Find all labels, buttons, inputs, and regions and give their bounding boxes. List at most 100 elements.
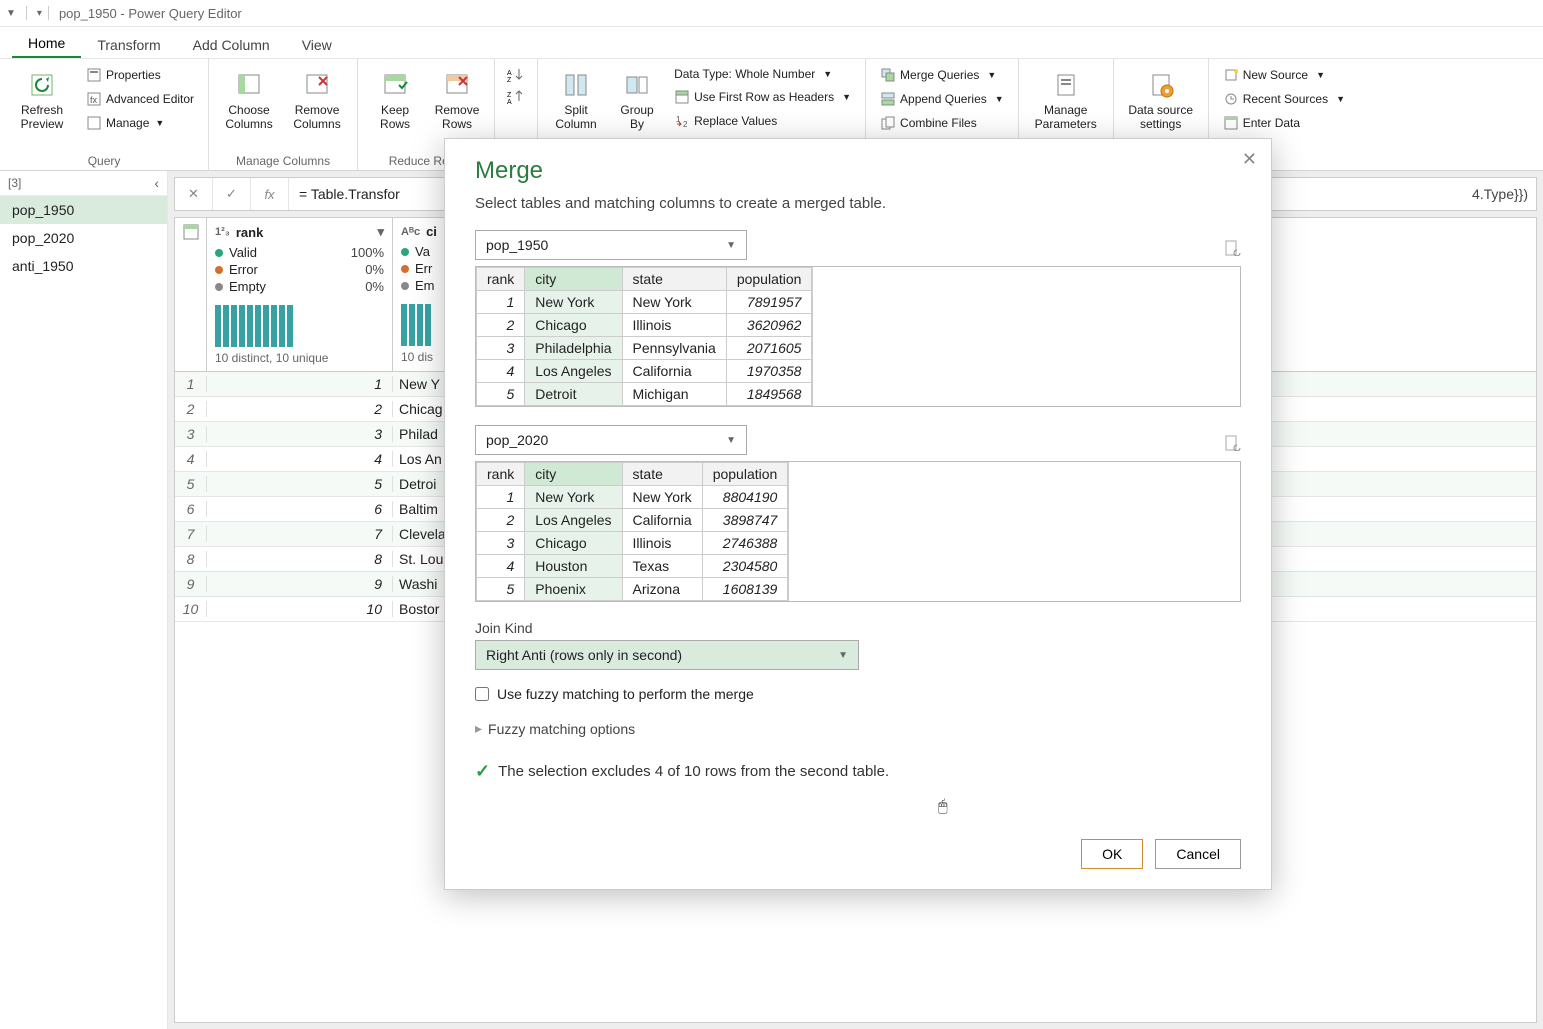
column-header-state[interactable]: state [622, 268, 726, 291]
chevron-down-icon: ▼ [726, 240, 736, 251]
column-header-state[interactable]: state [622, 463, 702, 486]
group-by-button[interactable]: Group By [612, 65, 662, 147]
tab-view[interactable]: View [286, 31, 348, 58]
queries-count: [3] [8, 176, 21, 190]
remove-rows-button[interactable]: Remove Rows [430, 65, 484, 147]
advanced-editor-button[interactable]: fxAdvanced Editor [82, 89, 198, 109]
refresh-preview-icon[interactable] [1225, 240, 1241, 256]
join-kind-label: Join Kind [475, 620, 1241, 636]
manage-button[interactable]: Manage▼ [82, 113, 198, 133]
new-source-button[interactable]: New Source▼ [1219, 65, 1349, 85]
ok-button[interactable]: OK [1081, 839, 1143, 869]
svg-text:Z: Z [507, 77, 512, 83]
queries-sidebar: [3] ‹ pop_1950pop_2020anti_1950 [0, 171, 168, 1029]
table-row[interactable]: 5DetroitMichigan1849568 [477, 383, 812, 406]
fuzzy-options-expander[interactable]: ▸Fuzzy matching options [475, 720, 1241, 737]
column-header-city[interactable]: Aᴮcci [401, 224, 444, 243]
column-header-population[interactable]: population [726, 268, 812, 291]
editor-icon: fx [86, 91, 102, 107]
table-row[interactable]: 3ChicagoIllinois2746388 [477, 532, 788, 555]
sidebar-item-anti_1950[interactable]: anti_1950 [0, 252, 167, 280]
split-column-button[interactable]: Split Column [548, 65, 604, 147]
chevron-down-icon: ▼ [726, 435, 736, 446]
check-icon: ✓ [475, 761, 490, 782]
remove-rows-icon [441, 69, 473, 101]
refresh-icon [26, 69, 58, 101]
qat-overflow-icon[interactable]: ▾ [37, 8, 42, 19]
column-header-rank[interactable]: rank [477, 268, 525, 291]
recent-sources-button[interactable]: Recent Sources▼ [1219, 89, 1349, 109]
column-header-rank[interactable]: 1²₃rank▾ [215, 224, 384, 244]
properties-icon [86, 67, 102, 83]
append-icon [880, 91, 896, 107]
formula-cancel-button[interactable]: ✕ [175, 178, 213, 210]
data-source-settings-button[interactable]: Data source settings [1124, 65, 1198, 147]
first-row-headers-button[interactable]: Use First Row as Headers▼ [670, 87, 855, 107]
table2-preview: rankcitystatepopulation1New YorkNew York… [475, 461, 1241, 602]
refresh-preview-button[interactable]: Refresh Preview [10, 65, 74, 147]
table1-preview: rankcitystatepopulation1New YorkNew York… [475, 266, 1241, 407]
table-row[interactable]: 3PhiladelphiaPennsylvania2071605 [477, 337, 812, 360]
append-queries-button[interactable]: Append Queries▼ [876, 89, 1008, 109]
row-index-header[interactable] [175, 218, 207, 371]
table1-select[interactable]: pop_1950▼ [475, 230, 747, 260]
close-icon[interactable]: ✕ [1242, 149, 1257, 170]
properties-button[interactable]: Properties [82, 65, 198, 85]
enter-data-button[interactable]: Enter Data [1219, 113, 1349, 133]
tab-add-column[interactable]: Add Column [177, 31, 286, 58]
manage-icon [86, 115, 102, 131]
group-label-query: Query [10, 152, 198, 168]
join-kind-select[interactable]: Right Anti (rows only in second)▼ [475, 640, 859, 670]
ribbon-tabs: Home Transform Add Column View [0, 27, 1543, 59]
table-row[interactable]: 4HoustonTexas2304580 [477, 555, 788, 578]
column-dropdown-icon[interactable]: ▾ [377, 224, 384, 240]
remove-columns-icon [301, 69, 333, 101]
combine-files-button[interactable]: Combine Files [876, 113, 1008, 133]
formula-tail: 4.Type}}) [1464, 186, 1536, 202]
refresh-preview-icon[interactable] [1225, 435, 1241, 451]
column-profile-bars [215, 301, 384, 347]
column-header-city[interactable]: city [525, 268, 622, 291]
fuzzy-matching-checkbox[interactable]: Use fuzzy matching to perform the merge [475, 686, 1241, 702]
tab-transform[interactable]: Transform [81, 31, 176, 58]
cancel-button[interactable]: Cancel [1155, 839, 1241, 869]
settings-icon [1145, 69, 1177, 101]
table2-select[interactable]: pop_2020▼ [475, 425, 747, 455]
dialog-subtitle: Select tables and matching columns to cr… [475, 195, 1241, 212]
svg-text:A: A [507, 99, 512, 105]
data-type-button[interactable]: Data Type: Whole Number▼ [670, 65, 855, 83]
recent-icon [1223, 91, 1239, 107]
tab-home[interactable]: Home [12, 29, 81, 58]
title-bar: ▼ ▾ pop_1950 - Power Query Editor [0, 0, 1543, 27]
group-icon [621, 69, 653, 101]
dialog-title: Merge [475, 157, 1241, 185]
table-row[interactable]: 1New YorkNew York8804190 [477, 486, 788, 509]
formula-accept-button[interactable]: ✓ [213, 178, 251, 210]
keep-rows-icon [379, 69, 411, 101]
column-header-city[interactable]: city [525, 463, 622, 486]
table-row[interactable]: 4Los AngelesCalifornia1970358 [477, 360, 812, 383]
sidebar-item-pop_1950[interactable]: pop_1950 [0, 196, 167, 224]
table-row[interactable]: 1New YorkNew York7891957 [477, 291, 812, 314]
table-row[interactable]: 2ChicagoIllinois3620962 [477, 314, 812, 337]
column-header-population[interactable]: population [702, 463, 788, 486]
replace-values-button[interactable]: 12Replace Values [670, 111, 855, 131]
qat-dropdown-icon[interactable]: ▼ [6, 8, 16, 19]
keep-rows-button[interactable]: Keep Rows [368, 65, 422, 147]
choose-columns-icon [233, 69, 265, 101]
enter-data-icon [1223, 115, 1239, 131]
remove-columns-button[interactable]: Remove Columns [287, 65, 347, 147]
sidebar-item-pop_2020[interactable]: pop_2020 [0, 224, 167, 252]
table-row[interactable]: 2Los AngelesCalifornia3898747 [477, 509, 788, 532]
formula-fx-button[interactable]: fx [251, 178, 289, 210]
sort-desc-button[interactable]: ZA [505, 87, 527, 107]
choose-columns-button[interactable]: Choose Columns [219, 65, 279, 147]
sort-asc-button[interactable]: AZ [505, 65, 527, 85]
chevron-right-icon: ▸ [475, 720, 482, 737]
column-header-rank[interactable]: rank [477, 463, 525, 486]
manage-parameters-button[interactable]: Manage Parameters [1029, 65, 1103, 147]
split-icon [560, 69, 592, 101]
collapse-sidebar-icon[interactable]: ‹ [154, 175, 159, 191]
table-row[interactable]: 5PhoenixArizona1608139 [477, 578, 788, 601]
merge-queries-button[interactable]: Merge Queries▼ [876, 65, 1008, 85]
